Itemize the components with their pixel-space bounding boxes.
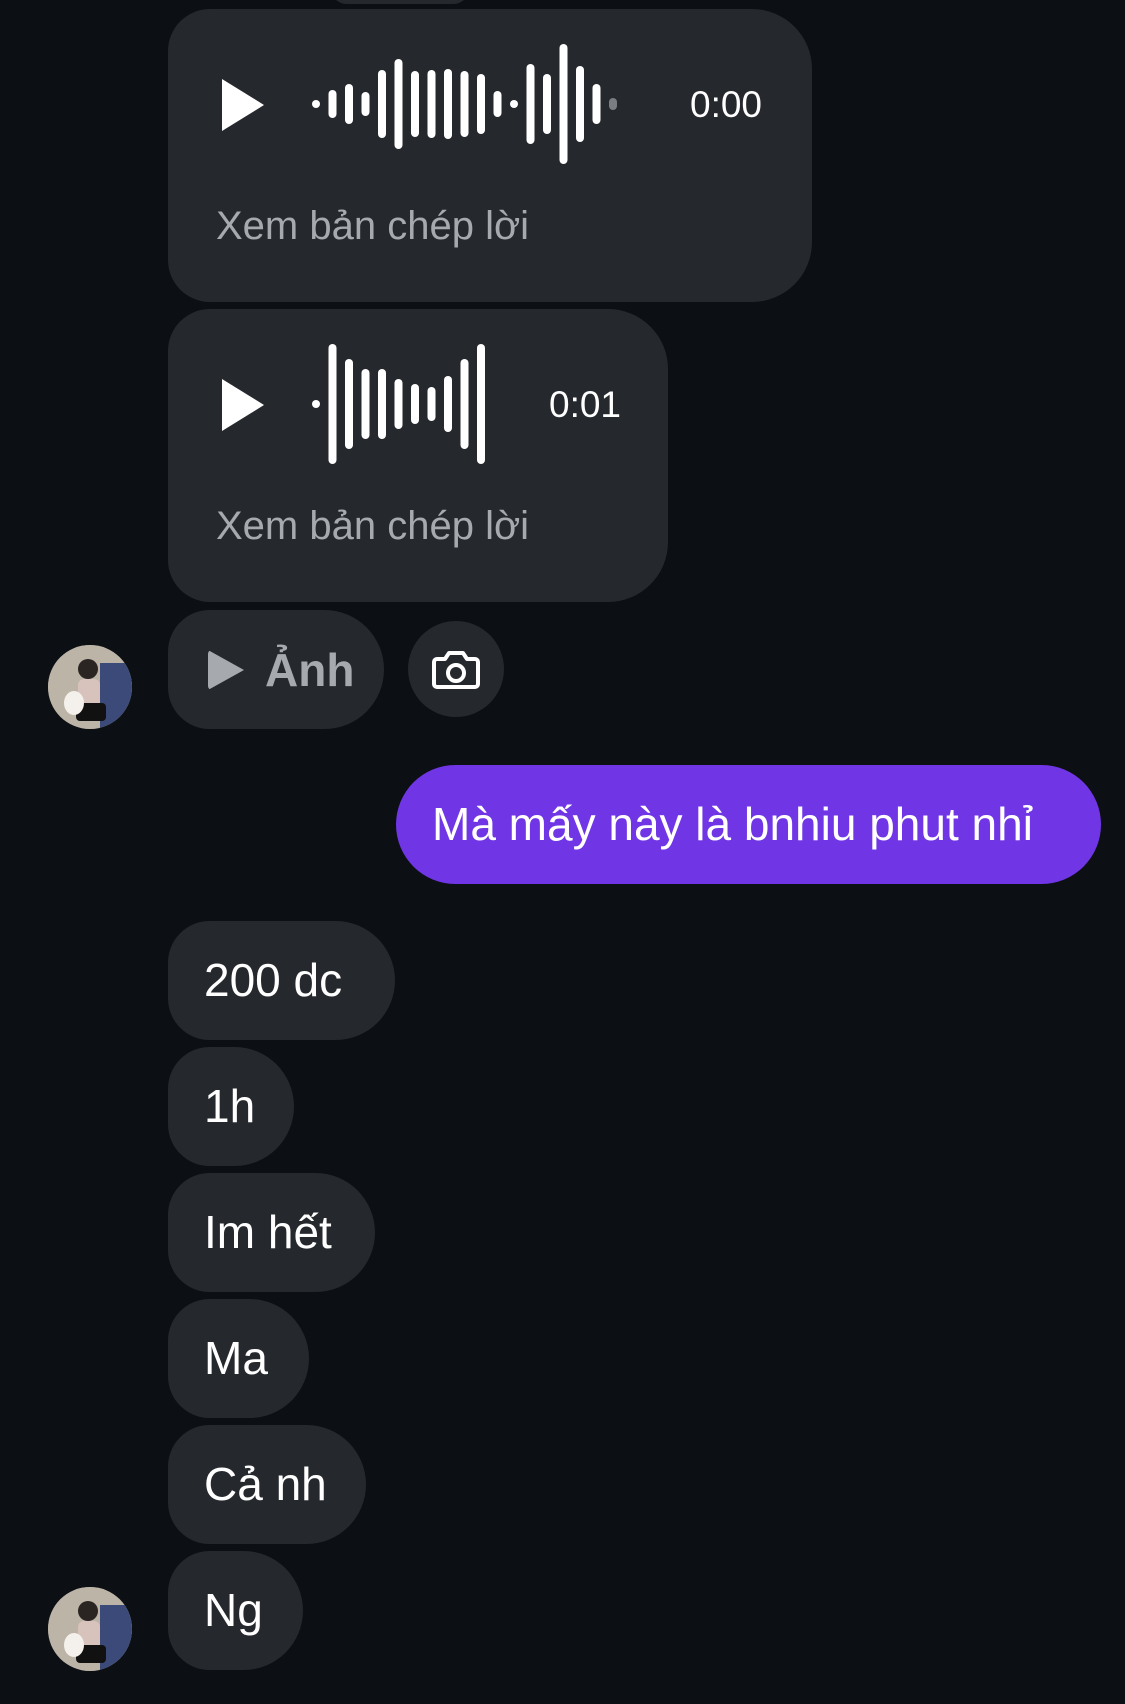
received-message[interactable]: Ng bbox=[168, 1551, 303, 1670]
waveform-bar bbox=[345, 84, 353, 124]
waveform[interactable] bbox=[308, 44, 618, 164]
waveform-bar bbox=[361, 92, 370, 116]
waveform-bar bbox=[559, 44, 568, 164]
avatar-photo bbox=[48, 1587, 132, 1671]
waveform-bar bbox=[609, 98, 617, 110]
camera-icon bbox=[432, 651, 480, 689]
waveform-bar bbox=[378, 369, 386, 439]
waveform-bar bbox=[345, 359, 353, 449]
waveform-bar bbox=[394, 59, 403, 149]
avatar-photo bbox=[48, 645, 132, 729]
waveform-bar bbox=[510, 100, 518, 108]
waveform-bar bbox=[378, 70, 386, 138]
camera-button[interactable] bbox=[408, 621, 504, 717]
voice-duration: 0:01 bbox=[549, 384, 622, 425]
waveform-bar bbox=[427, 70, 436, 138]
waveform-bar bbox=[444, 69, 452, 139]
waveform-bar bbox=[411, 71, 419, 137]
waveform-bar bbox=[576, 66, 584, 142]
waveform-bar bbox=[543, 74, 551, 134]
waveform-bar bbox=[427, 387, 436, 421]
received-message[interactable]: Im hết bbox=[168, 1173, 375, 1292]
waveform-bar bbox=[312, 100, 320, 108]
play-icon[interactable] bbox=[222, 79, 264, 131]
received-message[interactable]: 200 dc bbox=[168, 921, 395, 1040]
waveform-bar bbox=[460, 359, 469, 449]
avatar[interactable] bbox=[48, 645, 132, 729]
waveform-bar bbox=[361, 369, 370, 439]
voice-message[interactable]: 0:00 Xem bản chép lời bbox=[168, 9, 812, 302]
received-message[interactable]: 1h bbox=[168, 1047, 294, 1166]
photo-label: Ảnh bbox=[265, 644, 355, 696]
view-transcript-link[interactable]: Xem bản chép lời bbox=[216, 503, 529, 549]
waveform-bar bbox=[328, 90, 337, 118]
view-transcript-link[interactable]: Xem bản chép lời bbox=[216, 203, 529, 249]
waveform-bar bbox=[493, 91, 502, 117]
photo-message[interactable]: Ảnh bbox=[168, 610, 384, 729]
received-message[interactable]: Cả nh bbox=[168, 1425, 366, 1544]
waveform-bar bbox=[477, 344, 485, 464]
avatar[interactable] bbox=[48, 1587, 132, 1671]
waveform-bar bbox=[312, 400, 320, 408]
previous-message-bubble bbox=[330, 0, 470, 4]
received-message[interactable]: Ma bbox=[168, 1299, 309, 1418]
waveform-bar bbox=[592, 84, 601, 124]
waveform-bar bbox=[394, 379, 403, 429]
waveform-bar bbox=[444, 376, 452, 432]
waveform-bar bbox=[411, 384, 419, 424]
waveform-bar bbox=[477, 74, 485, 134]
play-icon[interactable] bbox=[222, 379, 264, 431]
waveform-bar bbox=[460, 71, 469, 137]
waveform-bar bbox=[526, 64, 535, 144]
waveform-bar bbox=[328, 344, 337, 464]
voice-duration: 0:00 bbox=[690, 84, 763, 125]
sent-message[interactable]: Mà mấy này là bnhiu phut nhỉ bbox=[396, 765, 1101, 884]
waveform[interactable] bbox=[308, 344, 498, 464]
play-icon bbox=[208, 650, 244, 690]
voice-message[interactable]: 0:01 Xem bản chép lời bbox=[168, 309, 668, 602]
